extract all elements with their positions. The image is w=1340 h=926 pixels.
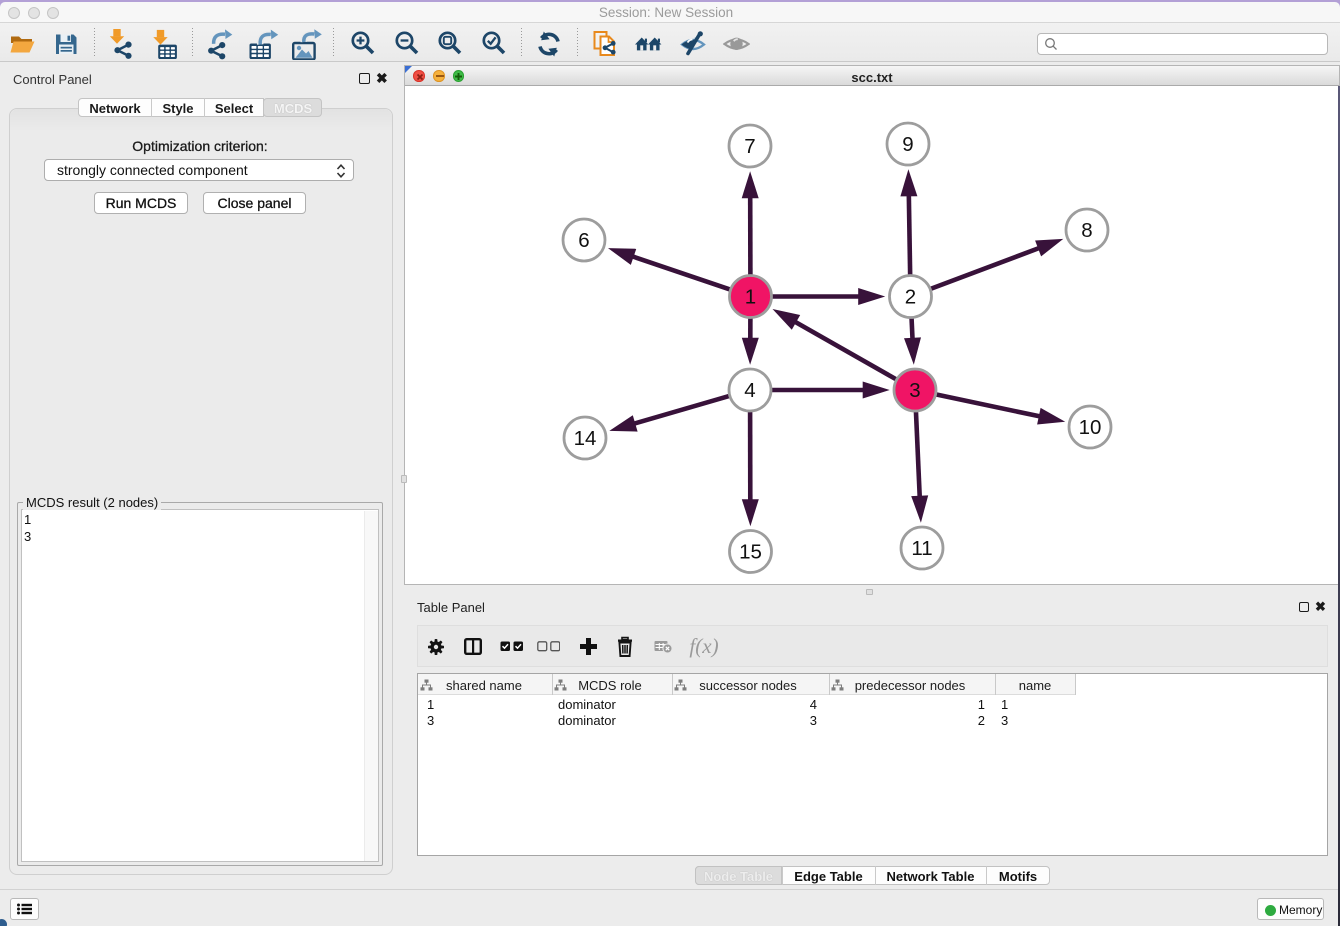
svg-text:10: 10 xyxy=(1079,416,1102,439)
svg-text:11: 11 xyxy=(911,537,932,560)
svg-text:6: 6 xyxy=(578,229,589,252)
svg-text:15: 15 xyxy=(739,540,762,563)
svg-text:8: 8 xyxy=(1081,219,1092,242)
svg-text:9: 9 xyxy=(902,133,913,156)
svg-text:7: 7 xyxy=(744,135,755,158)
svg-text:14: 14 xyxy=(574,427,597,450)
svg-text:3: 3 xyxy=(909,379,920,402)
svg-text:4: 4 xyxy=(744,379,755,402)
svg-text:1: 1 xyxy=(745,285,756,308)
svg-text:2: 2 xyxy=(905,285,916,308)
